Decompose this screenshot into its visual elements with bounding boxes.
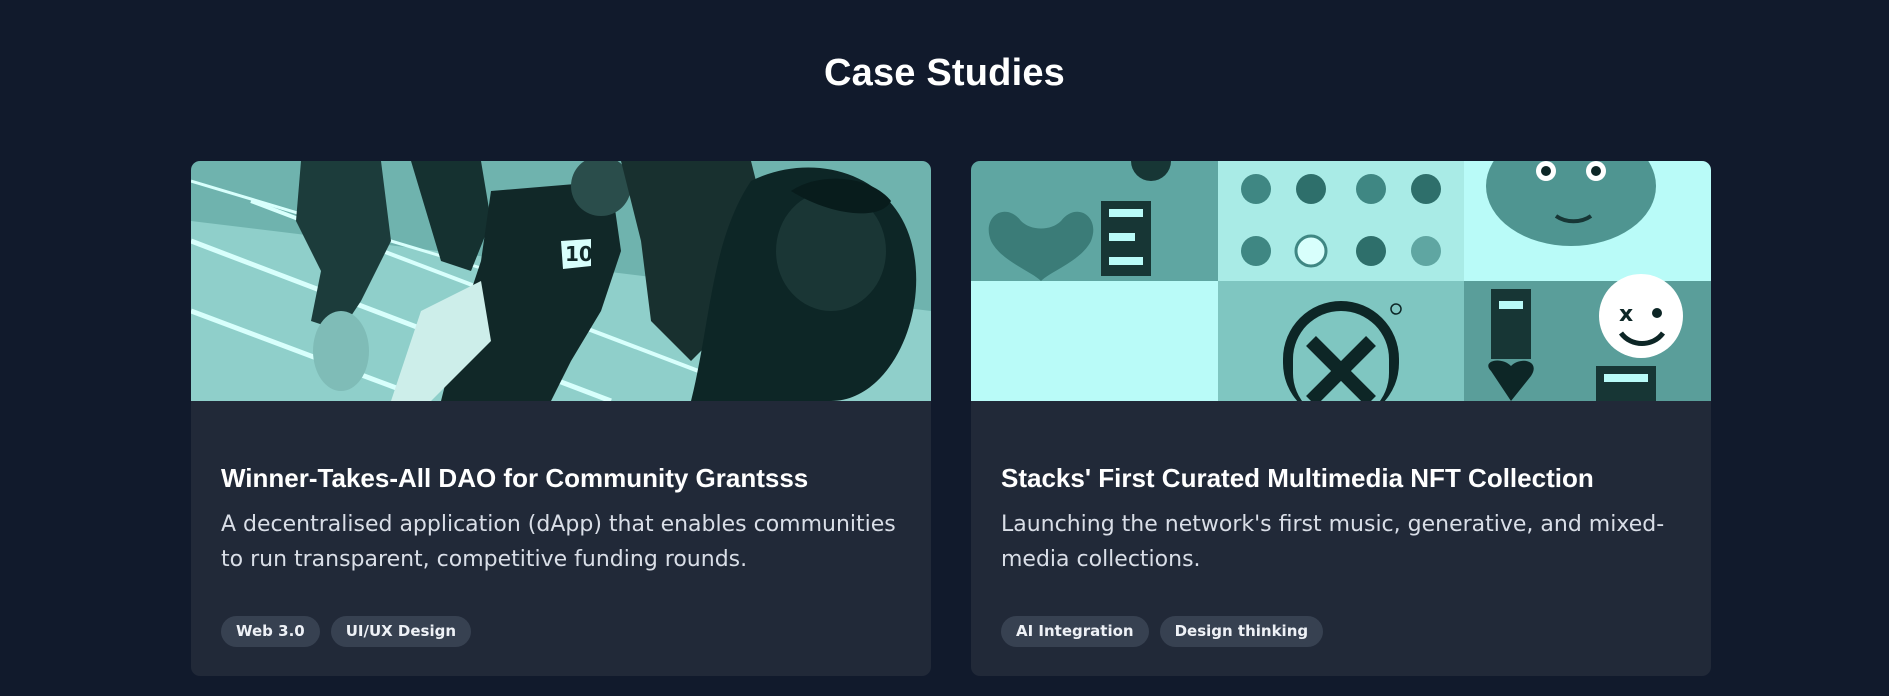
tag-chip: AI Integration [1001,616,1149,647]
case-study-card-nft[interactable]: x Stacks' First Curated Multimedia NFT C… [971,161,1711,676]
card-title: Stacks' First Curated Multimedia NFT Col… [1001,463,1594,493]
svg-text:10: 10 [565,242,593,266]
card-image-nft-collage: x [971,161,1711,401]
section-title: Case Studies [823,52,1066,94]
tag-chip: UI/UX Design [330,616,472,647]
card-description: A decentralised application (dApp) that … [221,512,896,572]
card-image-runners: 10 [191,161,931,401]
tag-chip: Web 3.0 [221,616,320,647]
tag-list: AI Integration Design thinking [1001,616,1324,647]
tag-list: Web 3.0 UI/UX Design [221,616,472,647]
tag-chip: Design thinking [1159,616,1324,647]
card-title: Winner-Takes-All DAO for Community Grant… [221,463,809,493]
svg-text:x: x [1619,302,1633,327]
card-description: Launching the network's first music, gen… [1001,512,1665,572]
case-study-card-dao[interactable]: 10 Winner-Takes-All DAO for Community Gr… [191,161,931,676]
